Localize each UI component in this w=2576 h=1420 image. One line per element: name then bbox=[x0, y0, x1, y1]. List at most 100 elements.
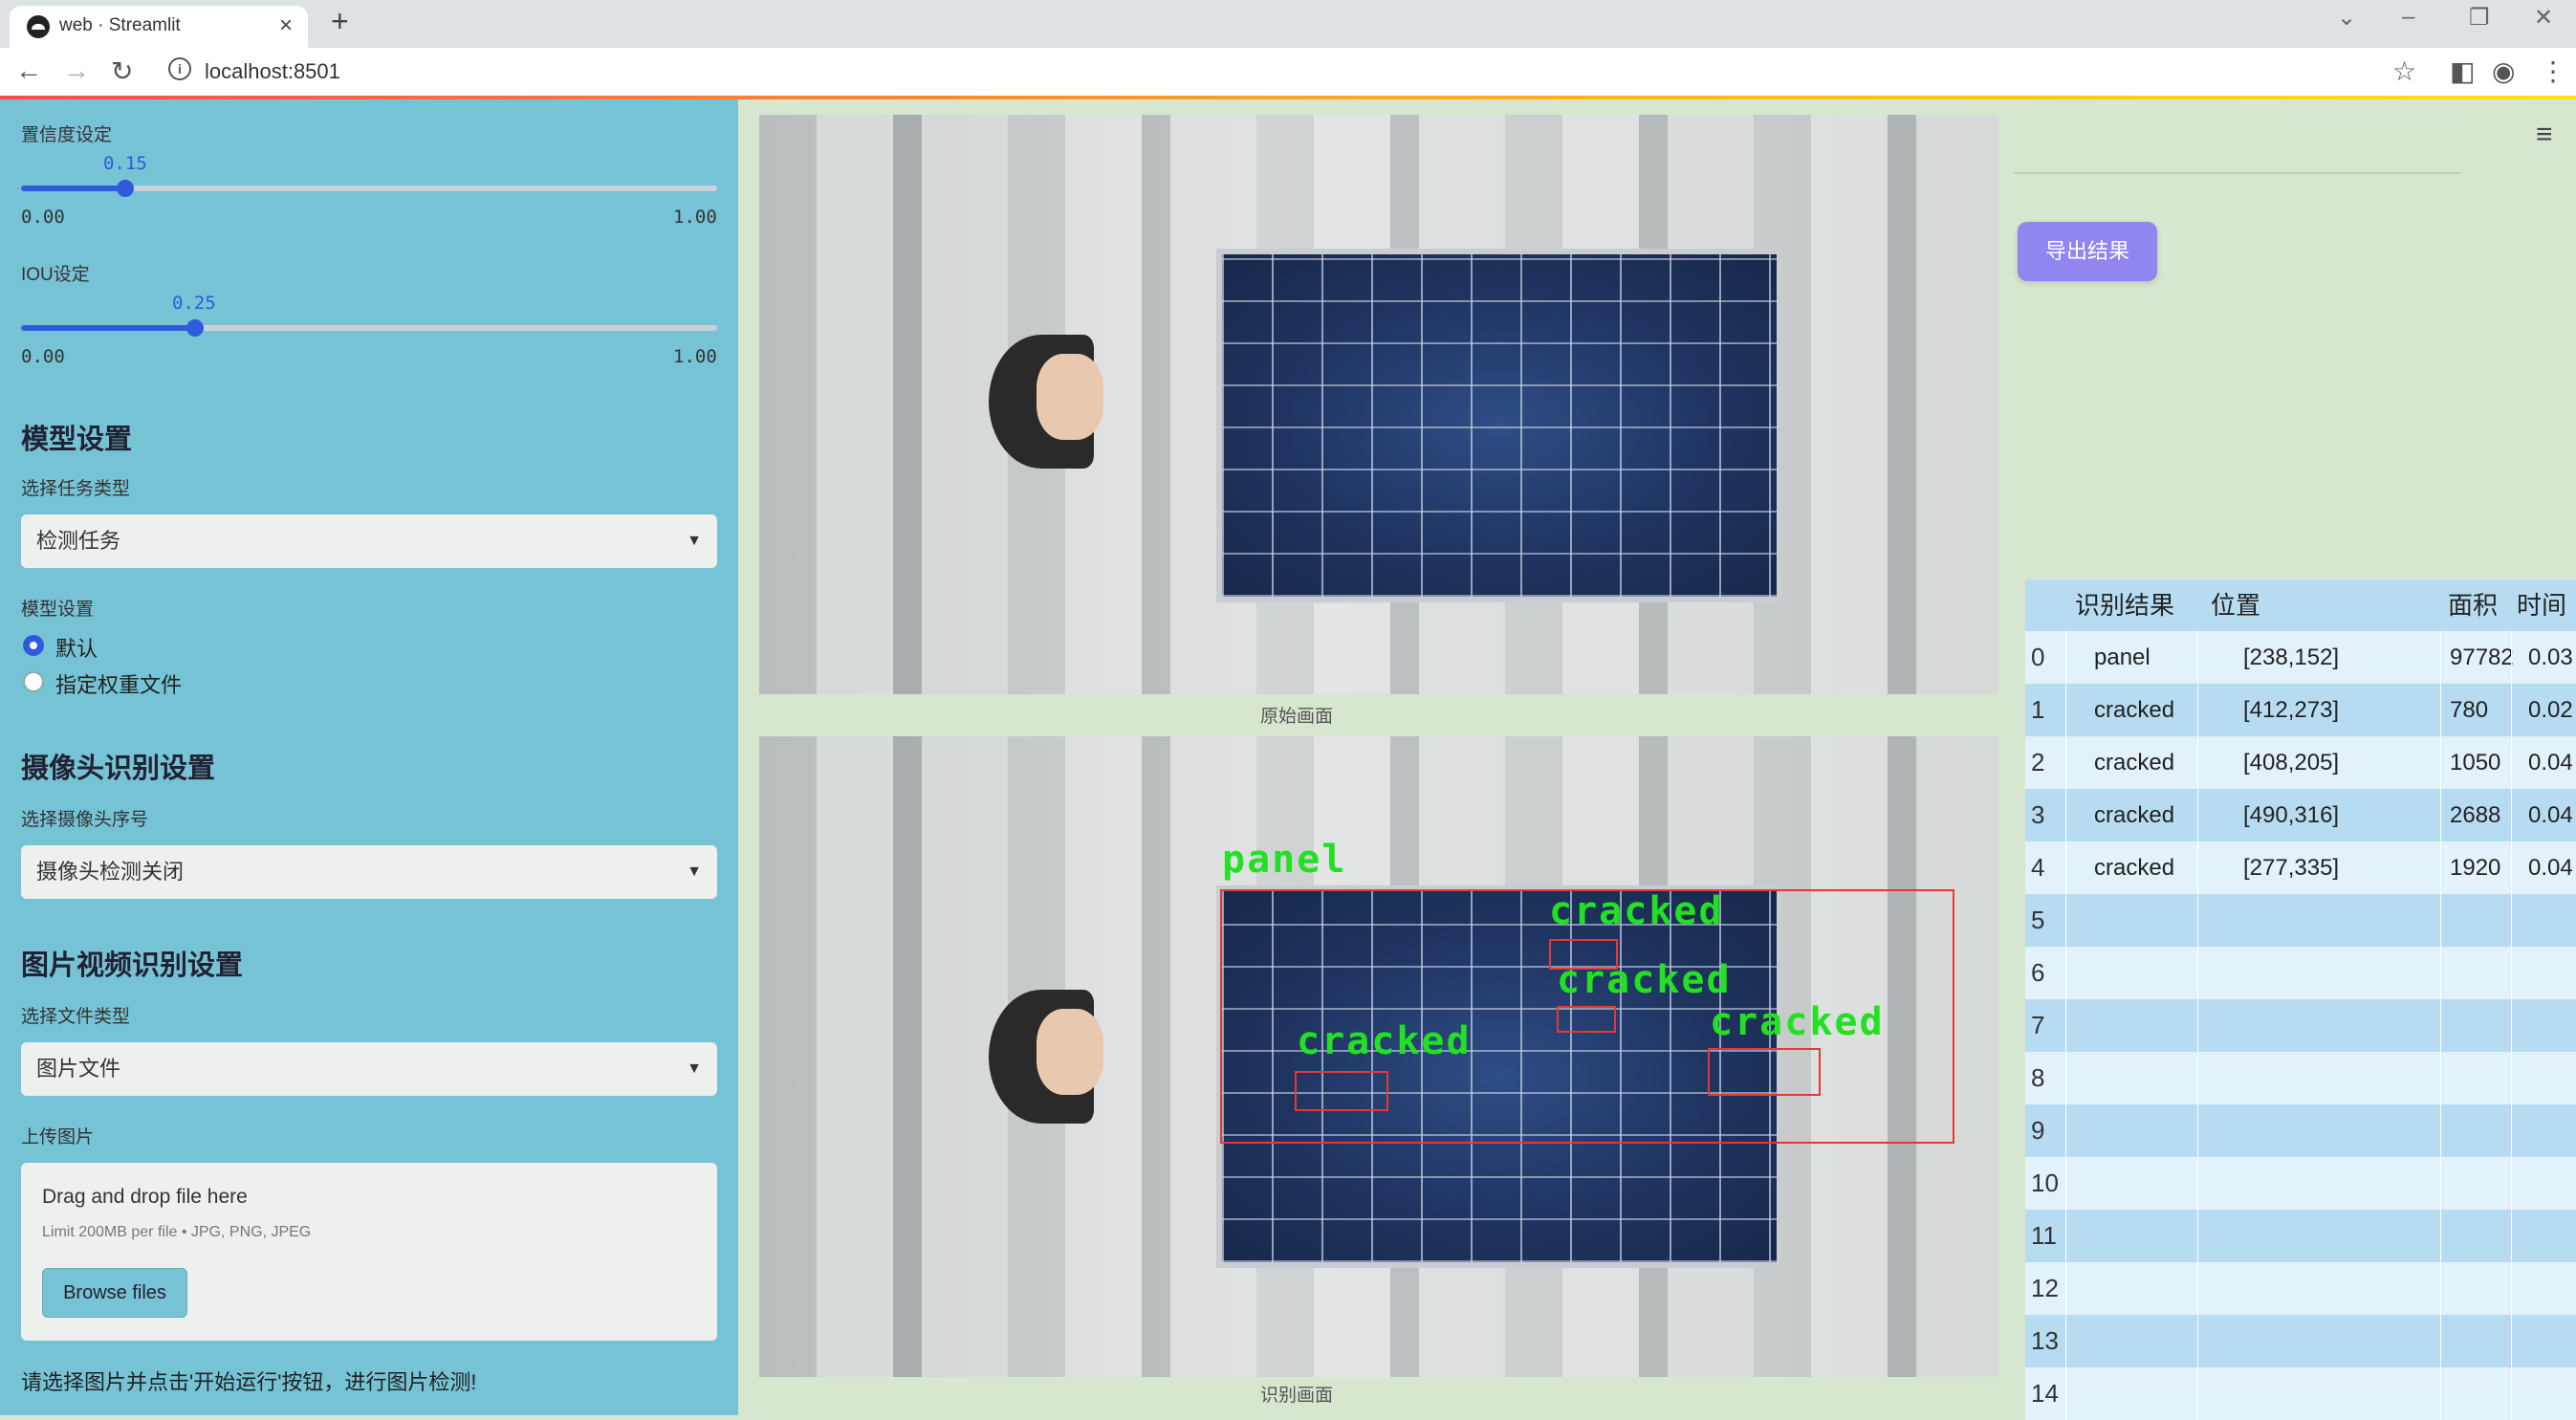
table-row[interactable]: 3 cracked [490,316] 2688 0.04 bbox=[2025, 789, 2576, 841]
url-field[interactable]: localhost:8501 bbox=[205, 59, 340, 84]
file-type-select[interactable]: 图片文件 ▼ bbox=[21, 1042, 717, 1096]
browser-tab[interactable]: web · Streamlit × bbox=[10, 6, 308, 48]
table-row[interactable]: 6 bbox=[2025, 947, 2576, 999]
column-divider bbox=[2440, 841, 2441, 894]
address-bar: ← → ↻ i localhost:8501 ☆ ◧ ◉ ⋮ bbox=[0, 48, 2576, 97]
upload-drop-text: Drag and drop file here bbox=[42, 1186, 248, 1208]
camera-index-value: 摄像头检测关闭 bbox=[36, 860, 185, 884]
column-divider bbox=[2511, 1367, 2512, 1420]
confidence-slider-fill bbox=[21, 186, 125, 191]
table-row[interactable]: 0 panel [238,152] 97782 0.03 bbox=[2025, 631, 2576, 684]
reload-icon[interactable]: ↻ bbox=[111, 55, 133, 87]
hamburger-menu-icon[interactable]: ≡ bbox=[2536, 119, 2553, 151]
table-row[interactable]: 10 bbox=[2025, 1157, 2576, 1210]
upload-limit-text: Limit 200MB per file • JPG, PNG, JPEG bbox=[42, 1224, 312, 1240]
file-uploader-dropzone[interactable]: Drag and drop file here Limit 200MB per … bbox=[21, 1163, 717, 1341]
column-divider bbox=[2065, 947, 2066, 999]
close-window-icon[interactable]: ✕ bbox=[2534, 4, 2553, 32]
side-panel-icon[interactable]: ◧ bbox=[2450, 55, 2475, 87]
sidebar: 置信度设定 0.15 0.00 1.00 IOU设定 0.25 0.00 1.0… bbox=[0, 99, 738, 1415]
file-type-value: 图片文件 bbox=[36, 1057, 121, 1081]
table-row[interactable]: 8 bbox=[2025, 1052, 2576, 1104]
header-position[interactable]: 位置 bbox=[2211, 579, 2260, 631]
table-row[interactable]: 11 bbox=[2025, 1210, 2576, 1262]
column-divider bbox=[2065, 1210, 2066, 1262]
column-divider bbox=[2065, 894, 2066, 947]
header-time[interactable]: 时间 bbox=[2517, 579, 2566, 631]
original-caption: 原始画面 bbox=[1260, 707, 1334, 727]
detection-label-cracked: cracked bbox=[1710, 1000, 1885, 1044]
confidence-slider-handle[interactable] bbox=[117, 180, 134, 197]
column-divider bbox=[2511, 1315, 2512, 1367]
table-row[interactable]: 1 cracked [412,273] 780 0.02 bbox=[2025, 684, 2576, 736]
column-divider bbox=[2440, 1052, 2441, 1104]
detection-label-panel: panel bbox=[1222, 838, 1347, 882]
table-row[interactable]: 5 bbox=[2025, 894, 2576, 947]
column-divider bbox=[2440, 1367, 2441, 1420]
column-divider bbox=[2511, 947, 2512, 999]
close-tab-icon[interactable]: × bbox=[279, 12, 293, 39]
header-result[interactable]: 识别结果 bbox=[2075, 579, 2174, 631]
bookmark-star-icon[interactable]: ☆ bbox=[2392, 55, 2416, 87]
tab-list-icon[interactable]: ⌄ bbox=[2337, 4, 2356, 32]
restore-icon[interactable]: ❐ bbox=[2469, 4, 2490, 32]
model-settings-heading: 模型设置 bbox=[21, 425, 133, 455]
profile-icon[interactable]: ◉ bbox=[2492, 55, 2515, 87]
row-index: 11 bbox=[2031, 1221, 2057, 1250]
task-type-select[interactable]: 检测任务 ▼ bbox=[21, 514, 717, 568]
minimize-icon[interactable]: – bbox=[2402, 4, 2414, 31]
table-row[interactable]: 4 cracked [277,335] 1920 0.04 bbox=[2025, 841, 2576, 894]
hint-text: 请选择图片并点击'开始运行'按钮，进行图片检测! bbox=[21, 1370, 477, 1394]
cell-result: panel bbox=[2094, 644, 2150, 670]
column-divider bbox=[2197, 631, 2198, 684]
original-image bbox=[759, 115, 1998, 694]
column-divider bbox=[2197, 894, 2198, 947]
table-row[interactable]: 9 bbox=[2025, 1104, 2576, 1157]
iou-max: 1.00 bbox=[673, 346, 717, 367]
iou-min: 0.00 bbox=[21, 346, 65, 367]
browse-files-button[interactable]: Browse files bbox=[42, 1268, 187, 1318]
browser-tab-bar: web · Streamlit × + ⌄ – ❐ ✕ bbox=[0, 0, 2576, 48]
table-row[interactable]: 7 bbox=[2025, 999, 2576, 1052]
detection-box-cracked bbox=[1557, 1006, 1616, 1033]
column-divider bbox=[2065, 631, 2066, 684]
cell-time: 0.04 bbox=[2528, 855, 2573, 881]
cell-area: 1920 bbox=[2450, 855, 2501, 881]
column-divider bbox=[2440, 947, 2441, 999]
iou-value: 0.25 bbox=[172, 293, 216, 314]
column-divider bbox=[2197, 789, 2198, 841]
site-info-icon[interactable]: i bbox=[168, 57, 191, 80]
table-row[interactable]: 13 bbox=[2025, 1315, 2576, 1367]
radio-custom-weights[interactable] bbox=[23, 671, 44, 692]
column-divider bbox=[2065, 1104, 2066, 1157]
new-tab-icon[interactable]: + bbox=[331, 4, 349, 39]
radio-custom-weights-label[interactable]: 指定权重文件 bbox=[55, 668, 182, 699]
forward-icon[interactable]: → bbox=[63, 55, 90, 86]
table-row[interactable]: 2 cracked [408,205] 1050 0.04 bbox=[2025, 736, 2576, 789]
table-row[interactable]: 12 bbox=[2025, 1262, 2576, 1315]
media-settings-heading: 图片视频识别设置 bbox=[21, 950, 244, 981]
cell-area: 780 bbox=[2450, 697, 2489, 723]
header-area[interactable]: 面积 bbox=[2448, 579, 2498, 631]
column-divider bbox=[2440, 1315, 2441, 1367]
column-divider bbox=[2197, 1315, 2198, 1367]
camera-index-select[interactable]: 摄像头检测关闭 ▼ bbox=[21, 845, 717, 899]
chevron-down-icon: ▼ bbox=[687, 863, 702, 880]
table-row[interactable]: 14 bbox=[2025, 1367, 2576, 1420]
iou-slider-handle[interactable] bbox=[186, 319, 204, 337]
confidence-min: 0.00 bbox=[21, 207, 65, 228]
cell-result: cracked bbox=[2094, 855, 2175, 881]
radio-default-label[interactable]: 默认 bbox=[55, 632, 98, 663]
column-divider bbox=[2440, 894, 2441, 947]
row-index: 0 bbox=[2031, 643, 2045, 671]
chevron-down-icon: ▼ bbox=[687, 533, 702, 549]
cell-position: [238,152] bbox=[2243, 644, 2340, 670]
row-index: 8 bbox=[2031, 1063, 2045, 1092]
column-divider bbox=[2065, 1157, 2066, 1210]
task-type-value: 检测任务 bbox=[36, 529, 121, 553]
radio-default[interactable] bbox=[23, 635, 44, 656]
back-icon[interactable]: ← bbox=[15, 55, 42, 86]
browser-menu-icon[interactable]: ⋮ bbox=[2540, 55, 2566, 87]
export-results-button[interactable]: 导出结果 bbox=[2018, 222, 2157, 281]
column-divider bbox=[2197, 1104, 2198, 1157]
